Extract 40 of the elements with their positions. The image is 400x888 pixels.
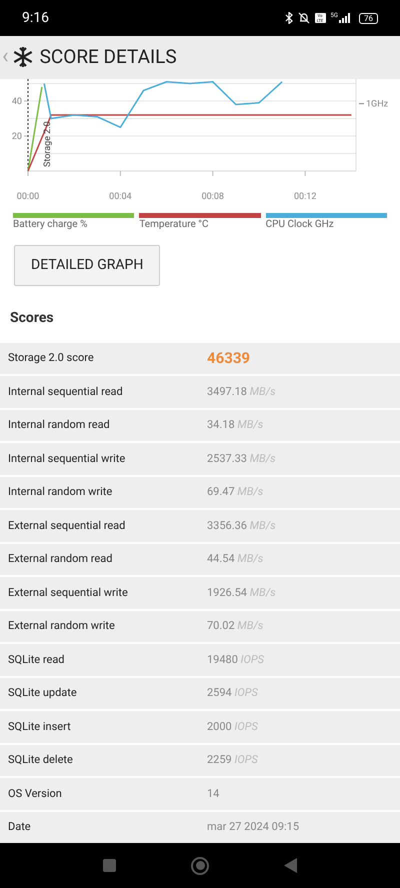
bluetooth-icon [284,12,293,24]
score-label: OS Version [7,786,63,802]
muted-bell-icon [298,12,310,24]
score-label: External random read [7,551,114,567]
score-label: Internal random read [7,417,111,433]
page-title: SCORE DETAILS [40,44,177,70]
score-label: Internal sequential write [7,450,126,466]
score-value: 46339 [207,348,250,369]
status-time: 9:16 [22,8,49,28]
x-tick-label: 00:00 [16,190,40,204]
score-label: Storage 2.0 score [7,350,95,366]
score-label: SQLite read [7,652,66,668]
battery-indicator: 76 [359,12,378,24]
x-tick-label: 00:08 [202,190,224,204]
x-tick-label: 00:12 [294,190,316,204]
marker-label: Storage 2.0 [43,120,53,166]
legend-label: CPU Clock GHz [266,218,335,232]
back-nav-button[interactable] [284,858,297,873]
y-tick-label: 20 [12,132,22,142]
signal-icon [339,13,351,24]
recents-button[interactable] [103,859,116,872]
score-label: Internal random write [7,484,114,500]
score-value: 14 [207,786,220,802]
detailed-graph-button[interactable]: DETAILED GRAPH [14,244,160,286]
x-tick-label: 00:04 [109,190,132,204]
right-tick-label: 1GHz [366,99,388,110]
score-label: SQLite update [7,685,78,701]
home-button[interactable] [191,856,209,874]
score-label: SQLite delete [7,752,74,768]
score-label: External sequential read [7,518,126,534]
section-title: Scores [9,308,55,328]
y-tick-label: 40 [12,96,22,107]
score-value: mar 27 2024 09:15 [207,819,300,835]
score-label: Internal sequential read [7,384,124,400]
score-label: SQLite insert [7,718,72,734]
score-label: External sequential write [7,584,129,600]
score-label: External random write [7,618,116,634]
legend-label: Battery charge % [13,218,88,232]
legend-label: Temperature °C [139,218,210,232]
score-label: Date [7,819,32,835]
